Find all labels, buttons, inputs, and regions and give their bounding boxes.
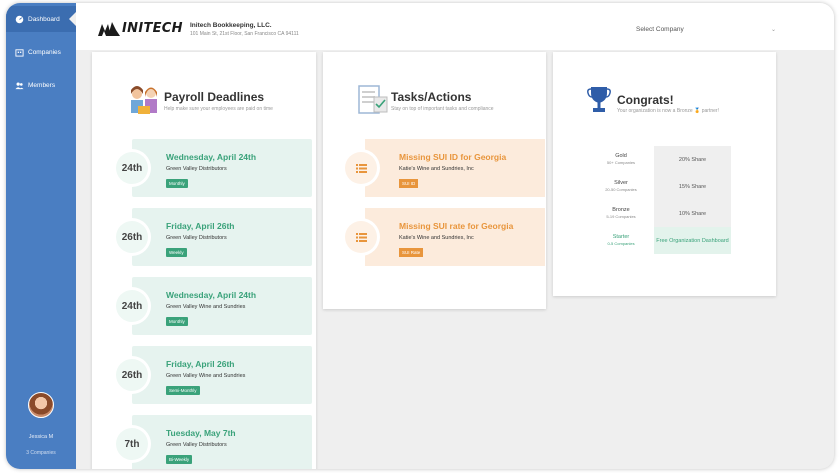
dashboard-icon (15, 15, 24, 23)
deadline-date: Friday, April 26th (166, 359, 235, 369)
sidebar-item-dashboard[interactable]: Dashboard (6, 6, 76, 32)
chevron-down-icon: ⌄ (770, 27, 776, 33)
frequency-badge: Bi-Weekly (166, 455, 193, 464)
frequency-badge: Monthly (166, 179, 188, 188)
congrats-card: Congrats! Your organization is now a Bro… (553, 52, 776, 296)
deadline-client: Green Valley Distributors (166, 166, 227, 172)
list-item[interactable]: 24th Wednesday, April 24th Green Valley … (112, 139, 312, 197)
tier-name: Bronze (612, 207, 630, 213)
day-badge: 26th (116, 221, 148, 253)
day-badge: 24th (116, 152, 148, 184)
day-badge: 26th (116, 359, 148, 391)
task-tag: SUI Rate (399, 248, 424, 257)
tier-row-starter: Starter 0-5 Companies Free Organization … (593, 227, 731, 254)
congrats-subtitle: Your organization is now a Bronze 🏅 part… (617, 108, 719, 114)
list-item[interactable]: 26th Friday, April 26th Green Valley Dis… (112, 208, 312, 266)
list-item[interactable]: 26th Friday, April 26th Green Valley Win… (112, 346, 312, 404)
sidebar: Dashboard Companies Members Jessica M 3 … (6, 3, 76, 469)
building-icon (15, 48, 24, 57)
task-badge (345, 152, 377, 184)
clipboard-checklist-icon (358, 85, 388, 114)
tier-count: 20-50 Companies (605, 187, 637, 192)
list-item[interactable]: Missing SUI rate for Georgia Katie's Win… (345, 208, 545, 266)
sidebar-item-companies[interactable]: Companies (6, 39, 76, 65)
tasks-subtitle: Stay on top of important tasks and compl… (391, 106, 494, 112)
bronze-medal-icon: 🏅 (694, 108, 701, 114)
company-select-label: Select Company (636, 26, 684, 33)
app-window: Dashboard Companies Members Jessica M 3 … (6, 3, 834, 469)
task-client: Katie's Wine and Sundries, Inc (399, 235, 474, 241)
frequency-badge: Weekly (166, 248, 187, 257)
deadline-date: Wednesday, April 24th (166, 152, 257, 162)
logo-text: INITECH (122, 21, 183, 36)
tier-name: Starter (612, 234, 630, 240)
task-client: Katie's Wine and Sundries, Inc (399, 166, 474, 172)
sidebar-item-label: Members (28, 81, 56, 89)
deadline-date: Tuesday, May 7th (166, 428, 236, 438)
deadline-date: Friday, April 26th (166, 221, 235, 231)
tier-count: 50+ Companies (606, 160, 636, 165)
payroll-subtitle: Help make sure your employees are paid o… (164, 106, 273, 112)
deadline-client: Green Valley Wine and Sundries (166, 304, 246, 310)
tasks-title: Tasks/Actions (391, 90, 472, 104)
company-name: Initech Bookkeeping, LLC. (190, 22, 272, 29)
logo[interactable]: INITECH (98, 21, 183, 36)
tier-name: Silver (614, 180, 628, 186)
task-title: Missing SUI ID for Georgia (399, 152, 507, 162)
tier-reward: 15% Share (654, 173, 731, 200)
day-badge: 24th (116, 290, 148, 322)
deadline-client: Green Valley Distributors (166, 442, 227, 448)
avatar[interactable] (28, 392, 54, 418)
sidebar-item-label: Dashboard (28, 15, 60, 23)
trophy-icon (587, 87, 611, 112)
task-title: Missing SUI rate for Georgia (399, 221, 514, 231)
deadline-client: Green Valley Distributors (166, 235, 227, 241)
tier-row-silver: Silver 20-50 Companies 15% Share (593, 173, 731, 200)
list-icon (355, 232, 367, 242)
tasks-card: Tasks/Actions Stay on top of important t… (323, 52, 546, 309)
initech-logo-icon (98, 21, 120, 36)
tier-reward: 20% Share (654, 146, 731, 173)
employees-illustration-icon (131, 86, 157, 114)
frequency-badge: Semi-Monthly (166, 386, 200, 395)
day-badge: 7th (116, 428, 148, 460)
list-item[interactable]: Missing SUI ID for Georgia Katie's Wine … (345, 139, 545, 197)
user-name: Jessica M (28, 434, 54, 440)
list-icon (355, 163, 367, 173)
company-select[interactable]: Select Company ⌄ (636, 26, 776, 33)
payroll-deadlines-card: Payroll Deadlines Help make sure your em… (92, 52, 316, 469)
company-address: 101 Main St, 21st Floor, San Francisco C… (190, 31, 299, 37)
free-dashboard-link[interactable]: Free Organization Dashboard (654, 227, 731, 254)
header: INITECH Initech Bookkeeping, LLC. 101 Ma… (76, 3, 834, 50)
tier-name: Gold (615, 153, 627, 159)
list-item[interactable]: 24th Wednesday, April 24th Green Valley … (112, 277, 312, 335)
task-badge (345, 221, 377, 253)
sidebar-item-members[interactable]: Members (6, 72, 76, 98)
sidebar-item-label: Companies (28, 48, 61, 56)
tier-row-bronze: Bronze 5-19 Companies 10% Share (593, 200, 731, 227)
task-tag: SUI ID (399, 179, 419, 188)
list-item[interactable]: 7th Tuesday, May 7th Green Valley Distri… (112, 415, 312, 469)
payroll-title: Payroll Deadlines (164, 90, 265, 104)
tier-row-gold: Gold 50+ Companies 20% Share (593, 146, 731, 173)
tier-count: 5-19 Companies (606, 214, 636, 219)
frequency-badge: Monthly (166, 317, 188, 326)
tier-count: 0-5 Companies (607, 241, 635, 246)
deadline-client: Green Valley Wine and Sundries (166, 373, 246, 379)
congrats-title: Congrats! (617, 93, 674, 107)
tier-reward: 10% Share (654, 200, 731, 227)
user-companies[interactable]: 3 Companies (6, 450, 76, 456)
deadline-date: Wednesday, April 24th (166, 290, 257, 300)
people-icon (15, 82, 24, 89)
